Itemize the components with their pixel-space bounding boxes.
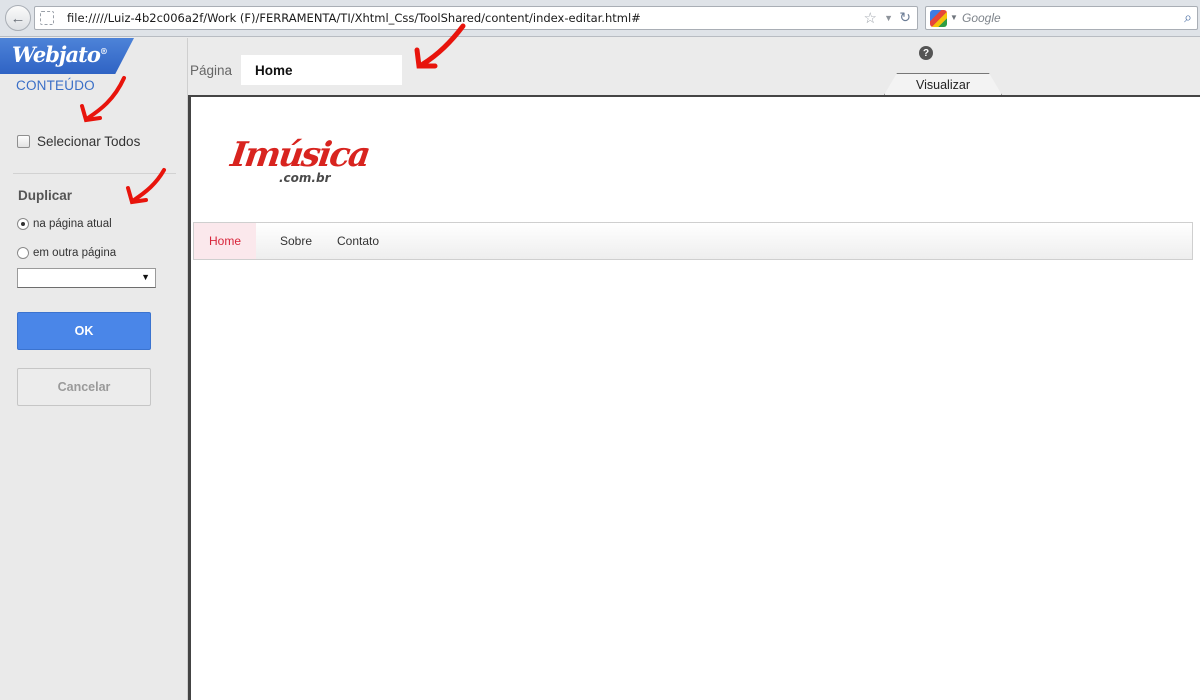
annotation-arrow-icon [80,76,126,123]
duplicate-heading: Duplicar [18,188,73,203]
logo-text: Webjato® [12,42,108,67]
checkbox-box[interactable] [17,135,30,148]
radio-current-page[interactable]: na página atual [17,218,112,230]
nav-item-sobre[interactable]: Sobre [280,223,312,259]
app-logo: Webjato® [0,38,134,74]
page-label: Página [190,63,233,78]
annotation-arrow-icon [414,23,466,69]
select-all-checkbox[interactable]: Selecionar Todos [17,134,140,149]
back-arrow-icon[interactable]: ← [5,5,31,31]
select-all-label: Selecionar Todos [37,134,141,149]
history-dropdown-icon[interactable]: ▼ [884,13,893,23]
tab-label: Visualizar [916,78,970,92]
reload-icon[interactable]: ↻ [899,9,911,26]
bookmark-star-icon[interactable]: ☆ [864,9,877,27]
site-logo-main: Imúsica [228,135,372,175]
site-logo[interactable]: Imúsica .com.br [228,135,371,195]
google-engine-icon[interactable] [930,10,947,27]
site-logo-sub: .com.br [279,171,331,185]
cancel-button[interactable]: Cancelar [17,368,151,406]
browser-toolbar: ← file://///Luiz-4b2c006a2f/Work (F)/FER… [0,0,1200,37]
radio-button-selected[interactable] [17,218,29,230]
search-input[interactable]: Google [962,11,1001,25]
nav-item-home[interactable]: Home [194,223,257,259]
address-bar[interactable]: file://///Luiz-4b2c006a2f/Work (F)/FERRA… [34,6,918,30]
nav-item-contato[interactable]: Contato [337,223,379,259]
site-preview: Imúsica .com.br Home Sobre Contato [188,95,1200,700]
annotation-arrow-icon [126,168,166,205]
engine-dropdown-icon[interactable]: ▼ [950,13,958,22]
help-icon[interactable]: ? [919,46,933,60]
editor-sidebar: Webjato® CONTEÚDO Selecionar Todos Dupli… [0,38,188,700]
ok-button[interactable]: OK [17,312,151,350]
page-name-input[interactable] [241,55,402,85]
search-icon[interactable]: ⌕ [1184,9,1192,26]
target-page-select[interactable]: ▼ [17,268,156,288]
page-favicon-icon [40,11,54,25]
radio-button[interactable] [17,247,29,259]
radio-other-page[interactable]: em outra página [17,247,116,259]
radio-label: em outra página [33,247,117,259]
site-nav: Home Sobre Contato [193,222,1193,260]
radio-label: na página atual [33,218,112,230]
dropdown-arrow-icon[interactable]: ▼ [141,272,150,282]
tab-visualizar[interactable]: Visualizar [884,73,1002,95]
url-text[interactable]: file://///Luiz-4b2c006a2f/Work (F)/FERRA… [67,11,641,25]
search-bar[interactable]: ▼ Google ⌕ [925,6,1198,30]
